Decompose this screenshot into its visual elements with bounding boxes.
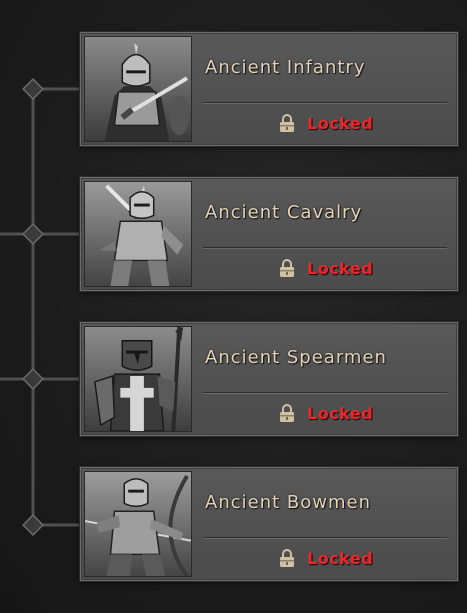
unit-card-cavalry[interactable]: Ancient Cavalry Locked [80,177,458,291]
node-diamond-icon [22,514,44,536]
padlock-icon [280,114,294,132]
padlock-icon [280,549,294,567]
unit-name: Ancient Infantry [205,57,366,78]
unit-portrait-spearmen [84,326,192,432]
unit-portrait-bowmen [84,471,192,577]
divider [203,537,447,538]
unit-name: Ancient Cavalry [205,202,363,223]
divider [203,102,447,103]
unit-name: Ancient Spearmen [205,347,387,368]
locked-label: Locked [307,113,374,133]
node-diamond-icon [22,368,44,390]
unit-status: Locked [279,113,373,133]
unit-card-spearmen[interactable]: Ancient Spearmen Locked [80,322,458,436]
knight-raising-sword-icon [85,182,191,286]
knight-with-shield-icon [85,327,191,431]
unit-portrait-cavalry [84,181,192,287]
unit-status: Locked [279,548,373,568]
unit-card-infantry[interactable]: Ancient Infantry Locked [80,32,458,146]
locked-label: Locked [307,258,374,278]
unit-portrait-infantry [84,36,192,142]
divider [203,247,447,248]
archer-drawing-bow-icon [85,472,191,576]
node-diamond-icon [22,223,44,245]
unit-status: Locked [279,258,373,278]
unit-status: Locked [279,403,373,423]
padlock-icon [280,404,294,422]
unit-card-bowmen[interactable]: Ancient Bowmen Locked [80,467,458,581]
divider [203,392,447,393]
knight-with-sword-icon [85,37,191,141]
locked-label: Locked [307,548,374,568]
locked-label: Locked [307,403,374,423]
node-diamond-icon [22,78,44,100]
padlock-icon [280,259,294,277]
unit-name: Ancient Bowmen [205,492,371,513]
